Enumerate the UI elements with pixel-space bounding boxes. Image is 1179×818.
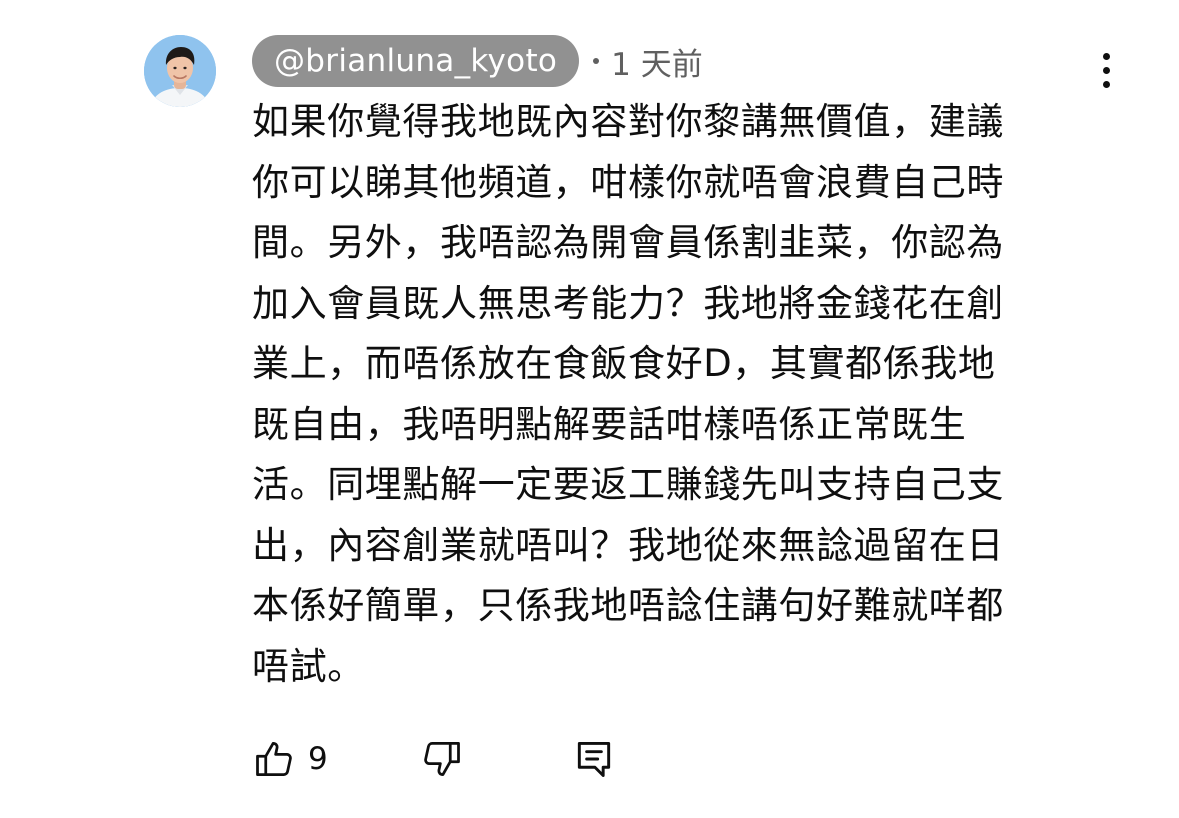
comment-line: 本係好簡單，只係我地唔諗住講句好難就咩都 bbox=[252, 584, 1004, 627]
comment-actions: 9 bbox=[252, 732, 672, 786]
comment-line: 既自由，我唔明點解要話咁樣唔係正常既生 bbox=[252, 402, 967, 446]
comment-text: 如果你覺得我地既內容對你黎講無價值，建議 你可以睇其他頻道，咁樣你就唔會浪費自己… bbox=[252, 92, 1092, 697]
dislike-button[interactable] bbox=[420, 732, 464, 786]
separator-dot bbox=[593, 58, 600, 64]
comment-meta: 1 天前 bbox=[589, 39, 703, 84]
comment-reply-icon bbox=[577, 741, 611, 777]
thumb-down-icon bbox=[424, 742, 460, 776]
comment-line: 你可以睇其他頻道，咁樣你就唔會浪費自己時 bbox=[252, 160, 1004, 204]
comment-line: 出，內容創業就唔叫？我地從來無諗過留在日 bbox=[252, 523, 1004, 567]
comment-line: 唔試。 bbox=[252, 644, 365, 688]
thumb-up-icon bbox=[256, 742, 292, 776]
comment-line: 業上，而唔係放在食飯食好D，其實都係我地 bbox=[252, 342, 996, 385]
reply-button[interactable] bbox=[572, 732, 616, 786]
author-handle[interactable]: @brianluna_kyoto bbox=[252, 35, 580, 87]
comment-header: @brianluna_kyoto 1 天前 bbox=[252, 35, 703, 87]
comment-line: 間。另外，我唔認為開會員係割韭菜，你認為 bbox=[252, 221, 1004, 264]
like-button[interactable]: 9 bbox=[252, 732, 328, 786]
comment-line: 如果你覺得我地既內容對你黎講無價值，建議 bbox=[252, 100, 1004, 143]
avatar[interactable] bbox=[144, 35, 216, 107]
comment-line: 加入會員既人無思考能力？我地將金錢花在創 bbox=[252, 281, 1004, 325]
comment-line: 活。同埋點解一定要返工賺錢先叫支持自己支 bbox=[252, 463, 1004, 506]
comment-timestamp: 1 天前 bbox=[611, 46, 703, 83]
more-vert-icon[interactable] bbox=[1088, 44, 1124, 96]
like-count: 9 bbox=[308, 741, 328, 777]
avatar-image bbox=[144, 35, 216, 107]
